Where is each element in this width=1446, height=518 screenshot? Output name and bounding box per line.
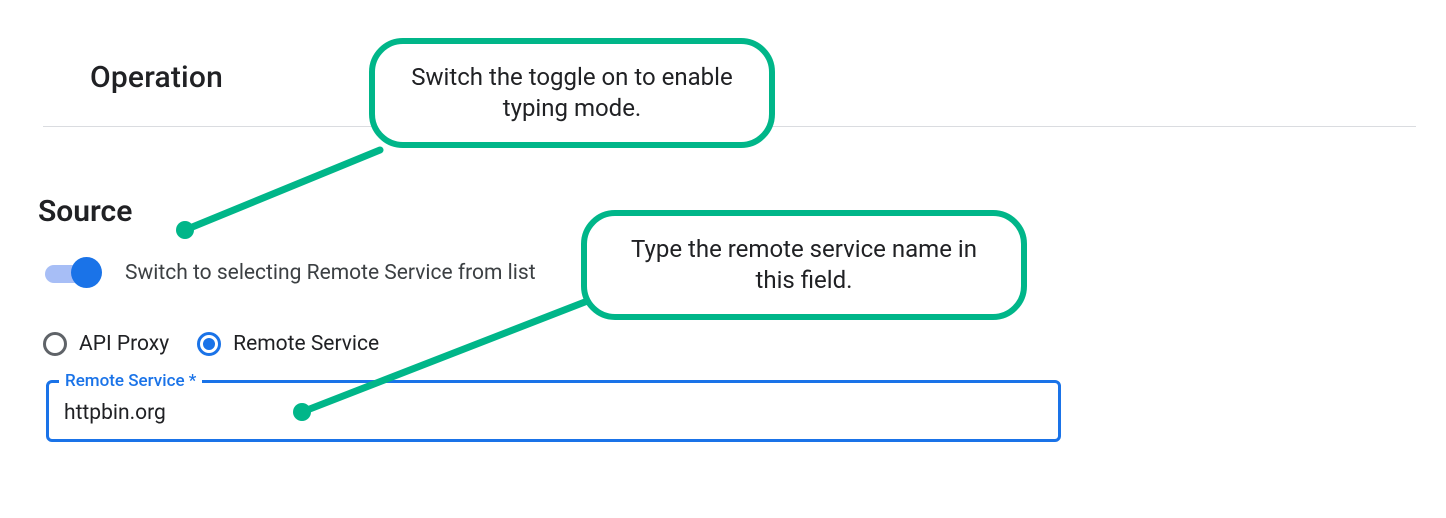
- remote-service-field-label: Remote Service *: [65, 371, 196, 391]
- radio-api-proxy-label: API Proxy: [79, 332, 169, 356]
- toggle-label: Switch to selecting Remote Service from …: [125, 261, 536, 285]
- typing-mode-toggle[interactable]: [43, 256, 103, 290]
- callout-toggle: Switch the toggle on to enable typing mo…: [369, 38, 775, 148]
- callout-toggle-dot: [176, 221, 194, 239]
- callout-toggle-connector: [185, 150, 380, 230]
- remote-service-input[interactable]: [62, 392, 1045, 434]
- toggle-row: Switch to selecting Remote Service from …: [43, 256, 536, 290]
- source-radio-group: API Proxy Remote Service: [43, 332, 395, 356]
- operation-heading: Operation: [90, 60, 223, 95]
- radio-remote-service[interactable]: [197, 332, 221, 356]
- radio-remote-service-label: Remote Service: [233, 332, 379, 356]
- callout-field: Type the remote service name in this fie…: [581, 210, 1027, 320]
- source-heading: Source: [38, 194, 132, 229]
- radio-api-proxy[interactable]: [43, 332, 67, 356]
- remote-service-field: Remote Service *: [46, 374, 1061, 442]
